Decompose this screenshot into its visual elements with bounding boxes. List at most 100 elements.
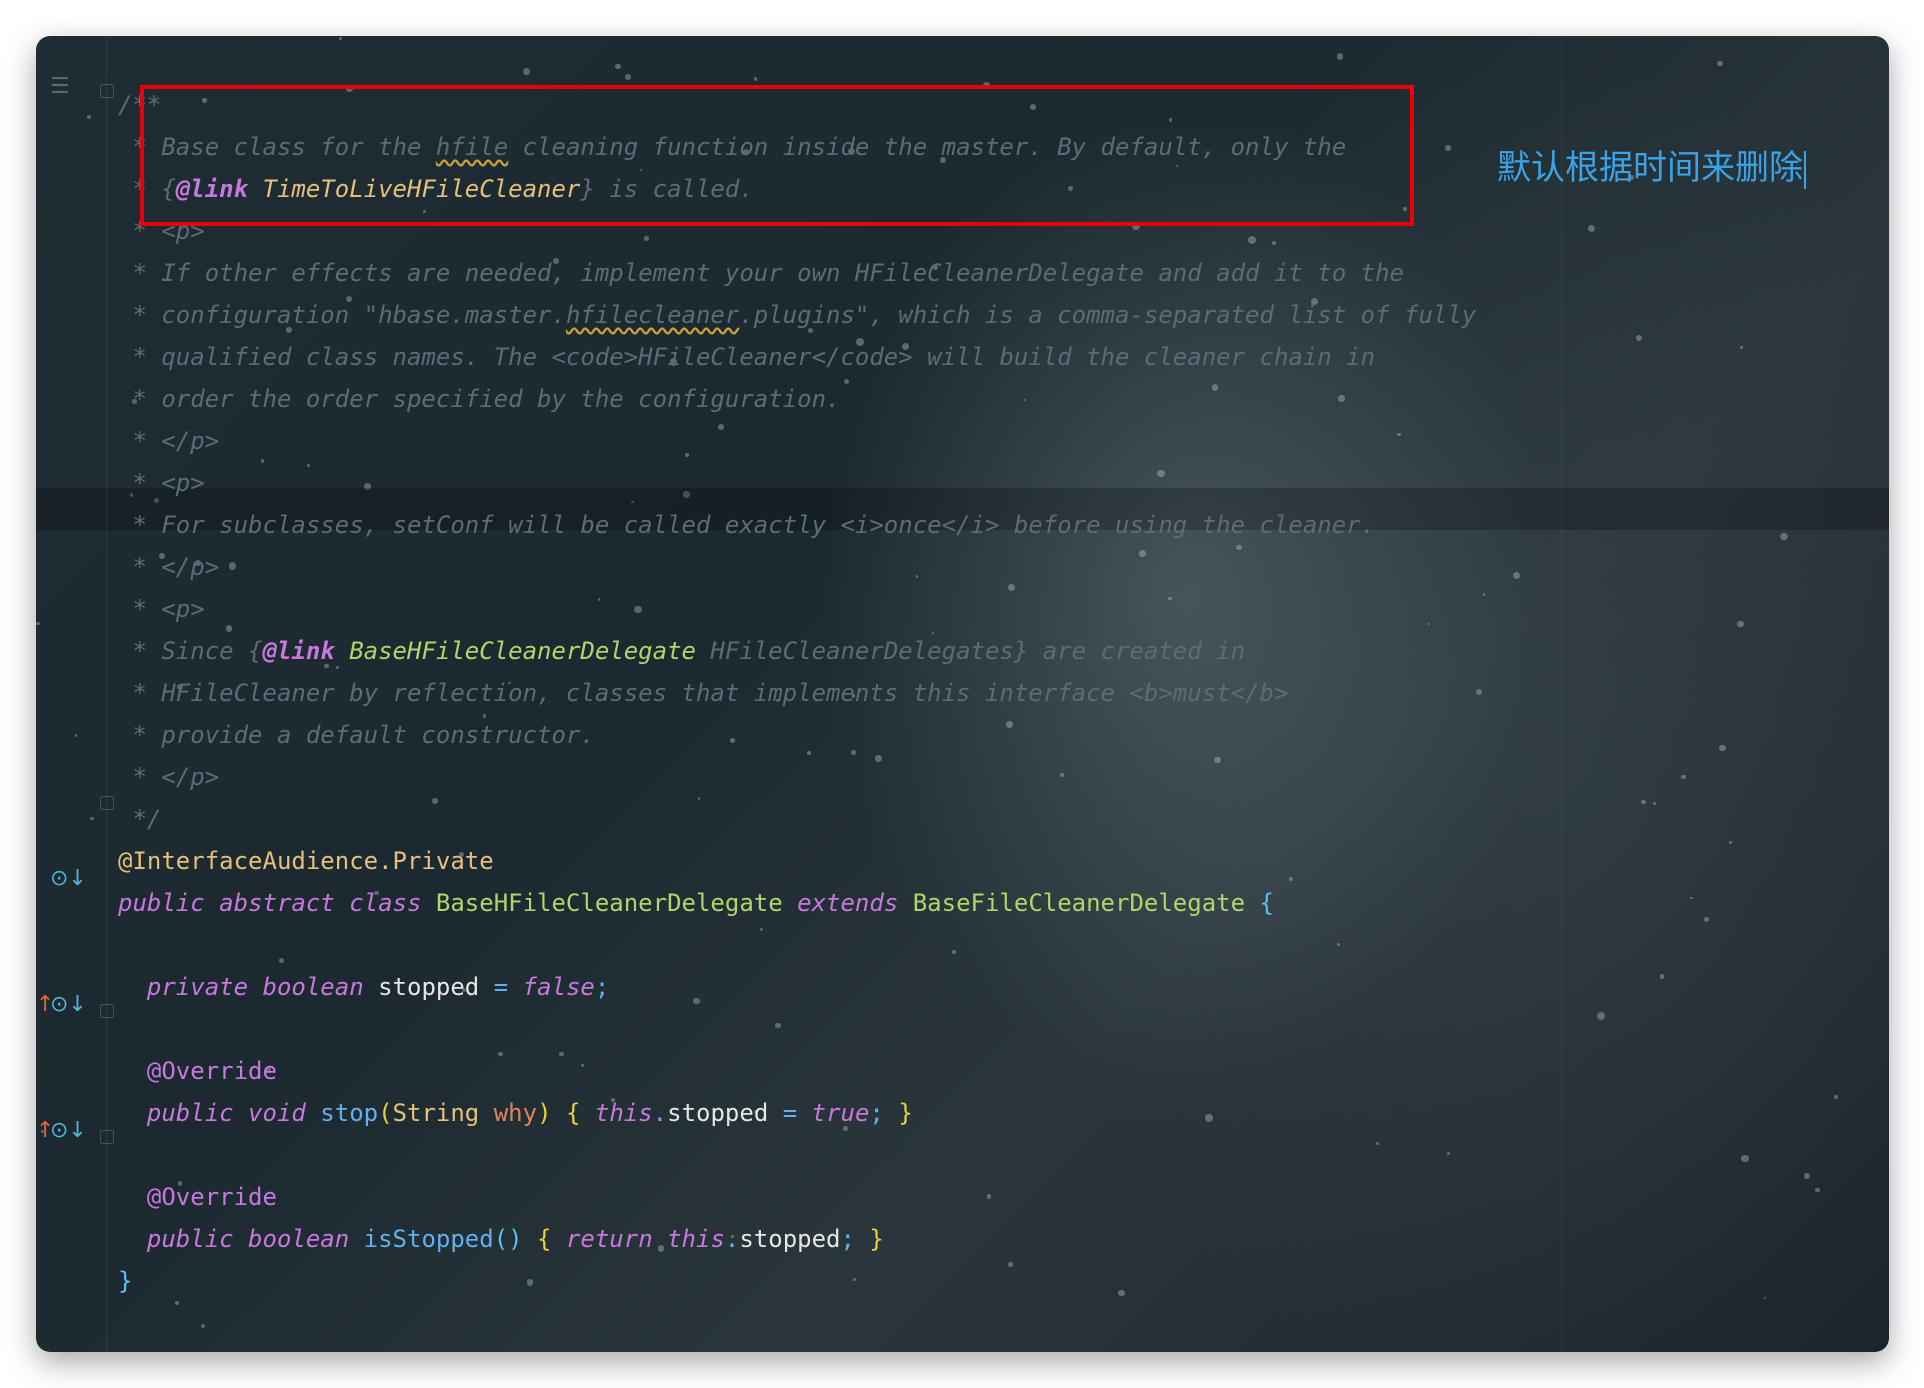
- snow-fleck: [1446, 1151, 1451, 1156]
- snow-fleck: [1007, 1262, 1013, 1268]
- code-token: BaseHFileCleanerDelegate: [435, 889, 798, 917]
- fold-marker-icon[interactable]: [100, 1130, 114, 1144]
- code-line[interactable]: * qualified class names. The <code>HFile…: [118, 336, 1375, 378]
- code-token: }: [898, 1099, 913, 1127]
- code-line[interactable]: */: [118, 798, 161, 840]
- snow-fleck: [90, 816, 95, 821]
- fold-marker-icon[interactable]: [100, 1004, 114, 1018]
- snow-fleck: [1636, 334, 1642, 341]
- code-token: * provide a default constructor.: [118, 721, 595, 749]
- code-token: BaseHFileCleanerDelegate: [334, 637, 696, 665]
- code-line[interactable]: * <p>: [118, 462, 205, 504]
- code-token: why: [493, 1099, 538, 1127]
- snow-fleck: [1482, 593, 1485, 596]
- snow-fleck: [1815, 1187, 1821, 1193]
- snow-fleck: [1006, 721, 1013, 728]
- snow-fleck: [597, 598, 601, 601]
- code-line[interactable]: * configuration "hbase.master.hfileclean…: [118, 294, 1476, 336]
- snow-fleck: [807, 751, 811, 755]
- code-line[interactable]: * HFileCleaner by reflection, classes th…: [118, 672, 1288, 714]
- code-line[interactable]: * </p>: [118, 546, 219, 588]
- annotation-note: 默认根据时间来删除: [1497, 140, 1806, 189]
- code-token: this: [594, 1099, 653, 1127]
- code-line[interactable]: * order the order specified by the confi…: [118, 378, 840, 420]
- snow-fleck: [1023, 398, 1026, 401]
- code-token: hfilecleaner: [565, 301, 740, 329]
- code-line[interactable]: * provide a default constructor.: [118, 714, 595, 756]
- snow-fleck: [1376, 1142, 1380, 1146]
- snow-fleck: [580, 1063, 585, 1068]
- structure-icon[interactable]: ☰: [50, 74, 70, 99]
- code-token: }: [869, 1225, 884, 1253]
- snow-fleck: [200, 1323, 206, 1329]
- snow-fleck: [1337, 53, 1344, 60]
- snow-fleck: [1168, 596, 1172, 601]
- code-line[interactable]: }: [118, 1260, 132, 1302]
- snow-fleck: [1272, 241, 1276, 245]
- code-token: {: [537, 1225, 566, 1253]
- snow-fleck: [36, 621, 40, 626]
- snow-fleck: [1204, 1114, 1213, 1123]
- code-line[interactable]: * <p>: [118, 588, 205, 630]
- snow-fleck: [1737, 620, 1744, 628]
- text-caret: [1804, 150, 1806, 189]
- code-token: * </p>: [118, 553, 220, 581]
- snow-fleck: [624, 73, 632, 80]
- code-token: ;: [594, 973, 610, 1001]
- code-token: public abstract class: [118, 889, 436, 917]
- snow-fleck: [851, 750, 857, 756]
- code-line[interactable]: @InterfaceAudience.Private: [118, 840, 494, 882]
- code-token: ): [537, 1099, 566, 1127]
- code-token: public boolean: [118, 1225, 364, 1253]
- snow-fleck: [1729, 841, 1733, 844]
- code-line[interactable]: @Override: [118, 1050, 277, 1092]
- code-token: extends: [797, 889, 913, 917]
- snow-fleck: [1475, 688, 1483, 696]
- implemented-icon[interactable]: ⊙↓: [50, 992, 87, 1017]
- snow-fleck: [1741, 1154, 1750, 1163]
- snow-fleck: [1445, 144, 1452, 151]
- snow-fleck: [522, 67, 530, 76]
- code-token: .: [652, 1099, 668, 1127]
- code-token: * For subclasses, setConf will be called…: [118, 511, 1376, 539]
- code-line[interactable]: * Since {@link BaseHFileCleanerDelegate …: [118, 630, 1245, 672]
- snow-fleck: [1740, 346, 1743, 349]
- code-token: * <p>: [118, 469, 205, 497]
- code-token: .: [724, 1225, 740, 1253]
- snow-fleck: [1214, 756, 1221, 764]
- snow-fleck: [1156, 469, 1165, 478]
- snow-fleck: [1512, 571, 1521, 580]
- code-line[interactable]: * </p>: [118, 420, 219, 462]
- snow-fleck: [1338, 395, 1346, 402]
- snow-fleck: [1248, 236, 1257, 245]
- code-token: * If other effects are needed, implement…: [118, 259, 1404, 287]
- snow-fleck: [1596, 1012, 1605, 1021]
- code-token: * <p>: [118, 595, 205, 623]
- code-token: ;: [869, 1099, 899, 1127]
- code-line[interactable]: * For subclasses, setConf will be called…: [118, 504, 1375, 546]
- code-token: =: [493, 973, 523, 1001]
- code-token: .plugins", which is a comma-separated li…: [739, 301, 1477, 329]
- snow-fleck: [1690, 896, 1693, 900]
- snow-fleck: [698, 797, 701, 800]
- snow-fleck: [1212, 384, 1219, 391]
- code-line[interactable]: @Override: [118, 1176, 277, 1218]
- code-line[interactable]: private boolean stopped = false;: [118, 966, 609, 1008]
- code-line[interactable]: * </p>: [118, 756, 219, 798]
- code-line[interactable]: public void stop(String why) { this.stop…: [118, 1092, 913, 1134]
- code-line[interactable]: public abstract class BaseHFileCleanerDe…: [118, 882, 1274, 924]
- implemented-icon[interactable]: ⊙↓: [50, 1118, 87, 1143]
- code-token: * HFileCleaner by reflection, classes th…: [118, 679, 1289, 707]
- code-token: this: [667, 1225, 725, 1253]
- snow-fleck: [853, 1278, 857, 1282]
- fold-marker-icon[interactable]: [100, 84, 114, 98]
- right-margin-guide: [1561, 36, 1562, 1352]
- code-line[interactable]: public boolean isStopped() { return this…: [118, 1218, 884, 1260]
- snow-fleck: [1681, 774, 1686, 780]
- code-line[interactable]: * If other effects are needed, implement…: [118, 252, 1404, 294]
- code-token: BaseFileCleanerDelegate: [912, 889, 1260, 917]
- snow-fleck: [1719, 744, 1726, 752]
- fold-marker-icon[interactable]: [100, 796, 114, 810]
- implemented-icon[interactable]: ⊙↓: [50, 866, 87, 891]
- snow-fleck: [684, 453, 689, 457]
